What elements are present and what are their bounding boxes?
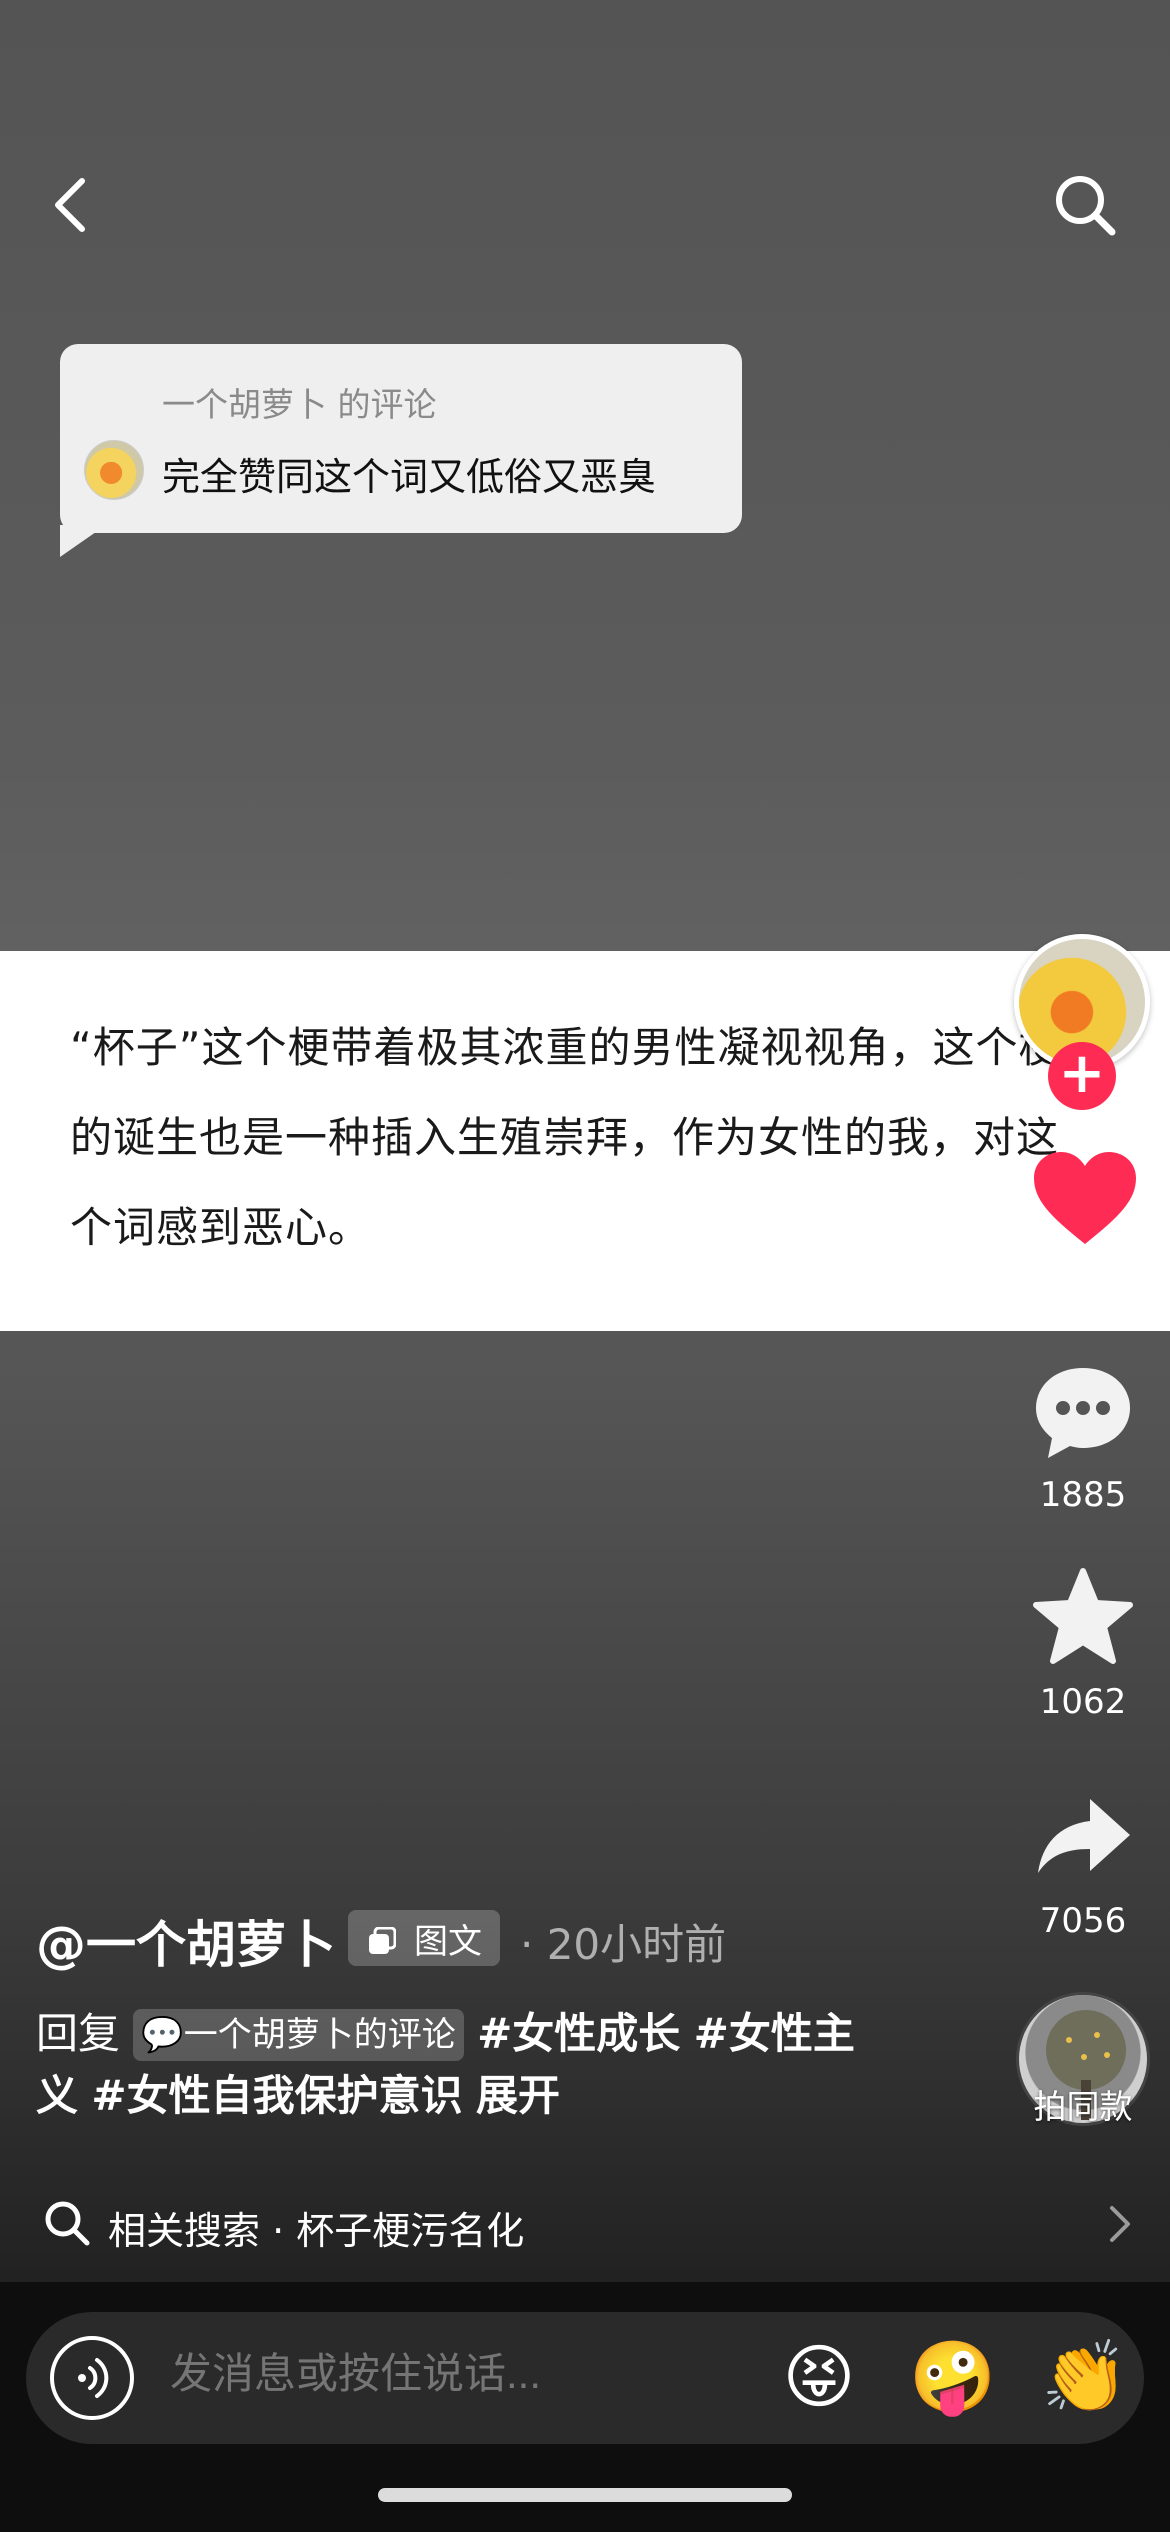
hashtag[interactable]: #女性自我保护意识 (91, 2071, 462, 2120)
chevron-right-icon (1110, 2206, 1130, 2242)
search-icon (1056, 176, 1116, 236)
dizzy-face-emoji-icon[interactable]: 🤪 (908, 2332, 998, 2422)
voice-wave-icon (78, 2358, 109, 2398)
message-input[interactable] (170, 2350, 630, 2398)
heart-icon (1034, 1152, 1136, 1244)
share-count: 7056 (1039, 1901, 1127, 1941)
bubble-tail (60, 525, 106, 557)
post-content-panel: “杯子”这个梗带着极其浓重的男性凝视视角，这个梗的诞生也是一种插入生殖崇拜，作为… (0, 951, 1170, 1331)
like-button[interactable] (1030, 1150, 1140, 1250)
reply-comment-chip[interactable]: 💬一个胡萝卜的评论 (133, 2009, 464, 2061)
post-type-label: 图文 (414, 1921, 482, 1962)
post-description: 回复 💬一个胡萝卜的评论 #女性成长 #女性主义 #女性自我保护意识 展开 (36, 2003, 896, 2127)
music-label[interactable]: 拍同款 (1003, 2080, 1163, 2128)
hashtag[interactable]: #女性成长 (477, 2009, 680, 2058)
favorite-button[interactable] (1030, 1565, 1136, 1671)
post-type-badge: 图文 (348, 1910, 500, 1966)
comment-bubble-icon (1036, 1368, 1130, 1458)
post-time: · 20小时前 (520, 1920, 727, 1969)
comment-count: 1885 (1039, 1475, 1127, 1515)
share-arrow-icon (1038, 1799, 1130, 1873)
reply-comment-bubble[interactable]: 一个胡萝卜 的评论 完全赞同这个词又低俗又恶臭 (60, 344, 742, 533)
share-button[interactable] (1030, 1785, 1136, 1891)
comment-button[interactable] (1030, 1360, 1136, 1466)
squint-laugh-emoji-icon[interactable]: 😝 (774, 2332, 864, 2422)
related-search-text: 相关搜索 · 杯子梗污名化 (108, 2209, 525, 2253)
related-search-bar[interactable]: 相关搜索 · 杯子梗污名化 (0, 2180, 1170, 2268)
clapping-hands-emoji-icon[interactable]: 👏 (1040, 2332, 1130, 2422)
comment-meta: 一个胡萝卜 的评论 (162, 385, 437, 424)
follow-button[interactable]: + (1048, 1042, 1116, 1110)
message-box[interactable]: 😝 🤪 👏 (26, 2312, 1144, 2444)
reply-prefix: 回复 (36, 2009, 121, 2058)
commenter-avatar (84, 440, 144, 500)
reply-chip-label: 一个胡萝卜的评论 (183, 2015, 456, 2055)
expand-link[interactable]: 展开 (476, 2071, 560, 2120)
home-indicator (378, 2488, 792, 2502)
search-button[interactable] (1050, 170, 1120, 240)
post-text: “杯子”这个梗带着极其浓重的男性凝视视角，这个梗的诞生也是一种插入生殖崇拜，作为… (70, 1023, 1062, 1252)
chevron-left-icon (55, 178, 85, 232)
author-name[interactable]: @一个胡萝卜 (36, 1905, 336, 1977)
comment-text: 完全赞同这个词又低俗又恶臭 (162, 455, 657, 499)
favorite-count: 1062 (1039, 1682, 1127, 1722)
star-icon (1033, 1568, 1133, 1664)
image-text-icon (368, 1924, 397, 1954)
comment-chip-icon: 💬 (141, 2015, 184, 2055)
search-icon (45, 2201, 90, 2246)
voice-button[interactable] (50, 2336, 134, 2420)
back-button[interactable] (40, 170, 100, 240)
